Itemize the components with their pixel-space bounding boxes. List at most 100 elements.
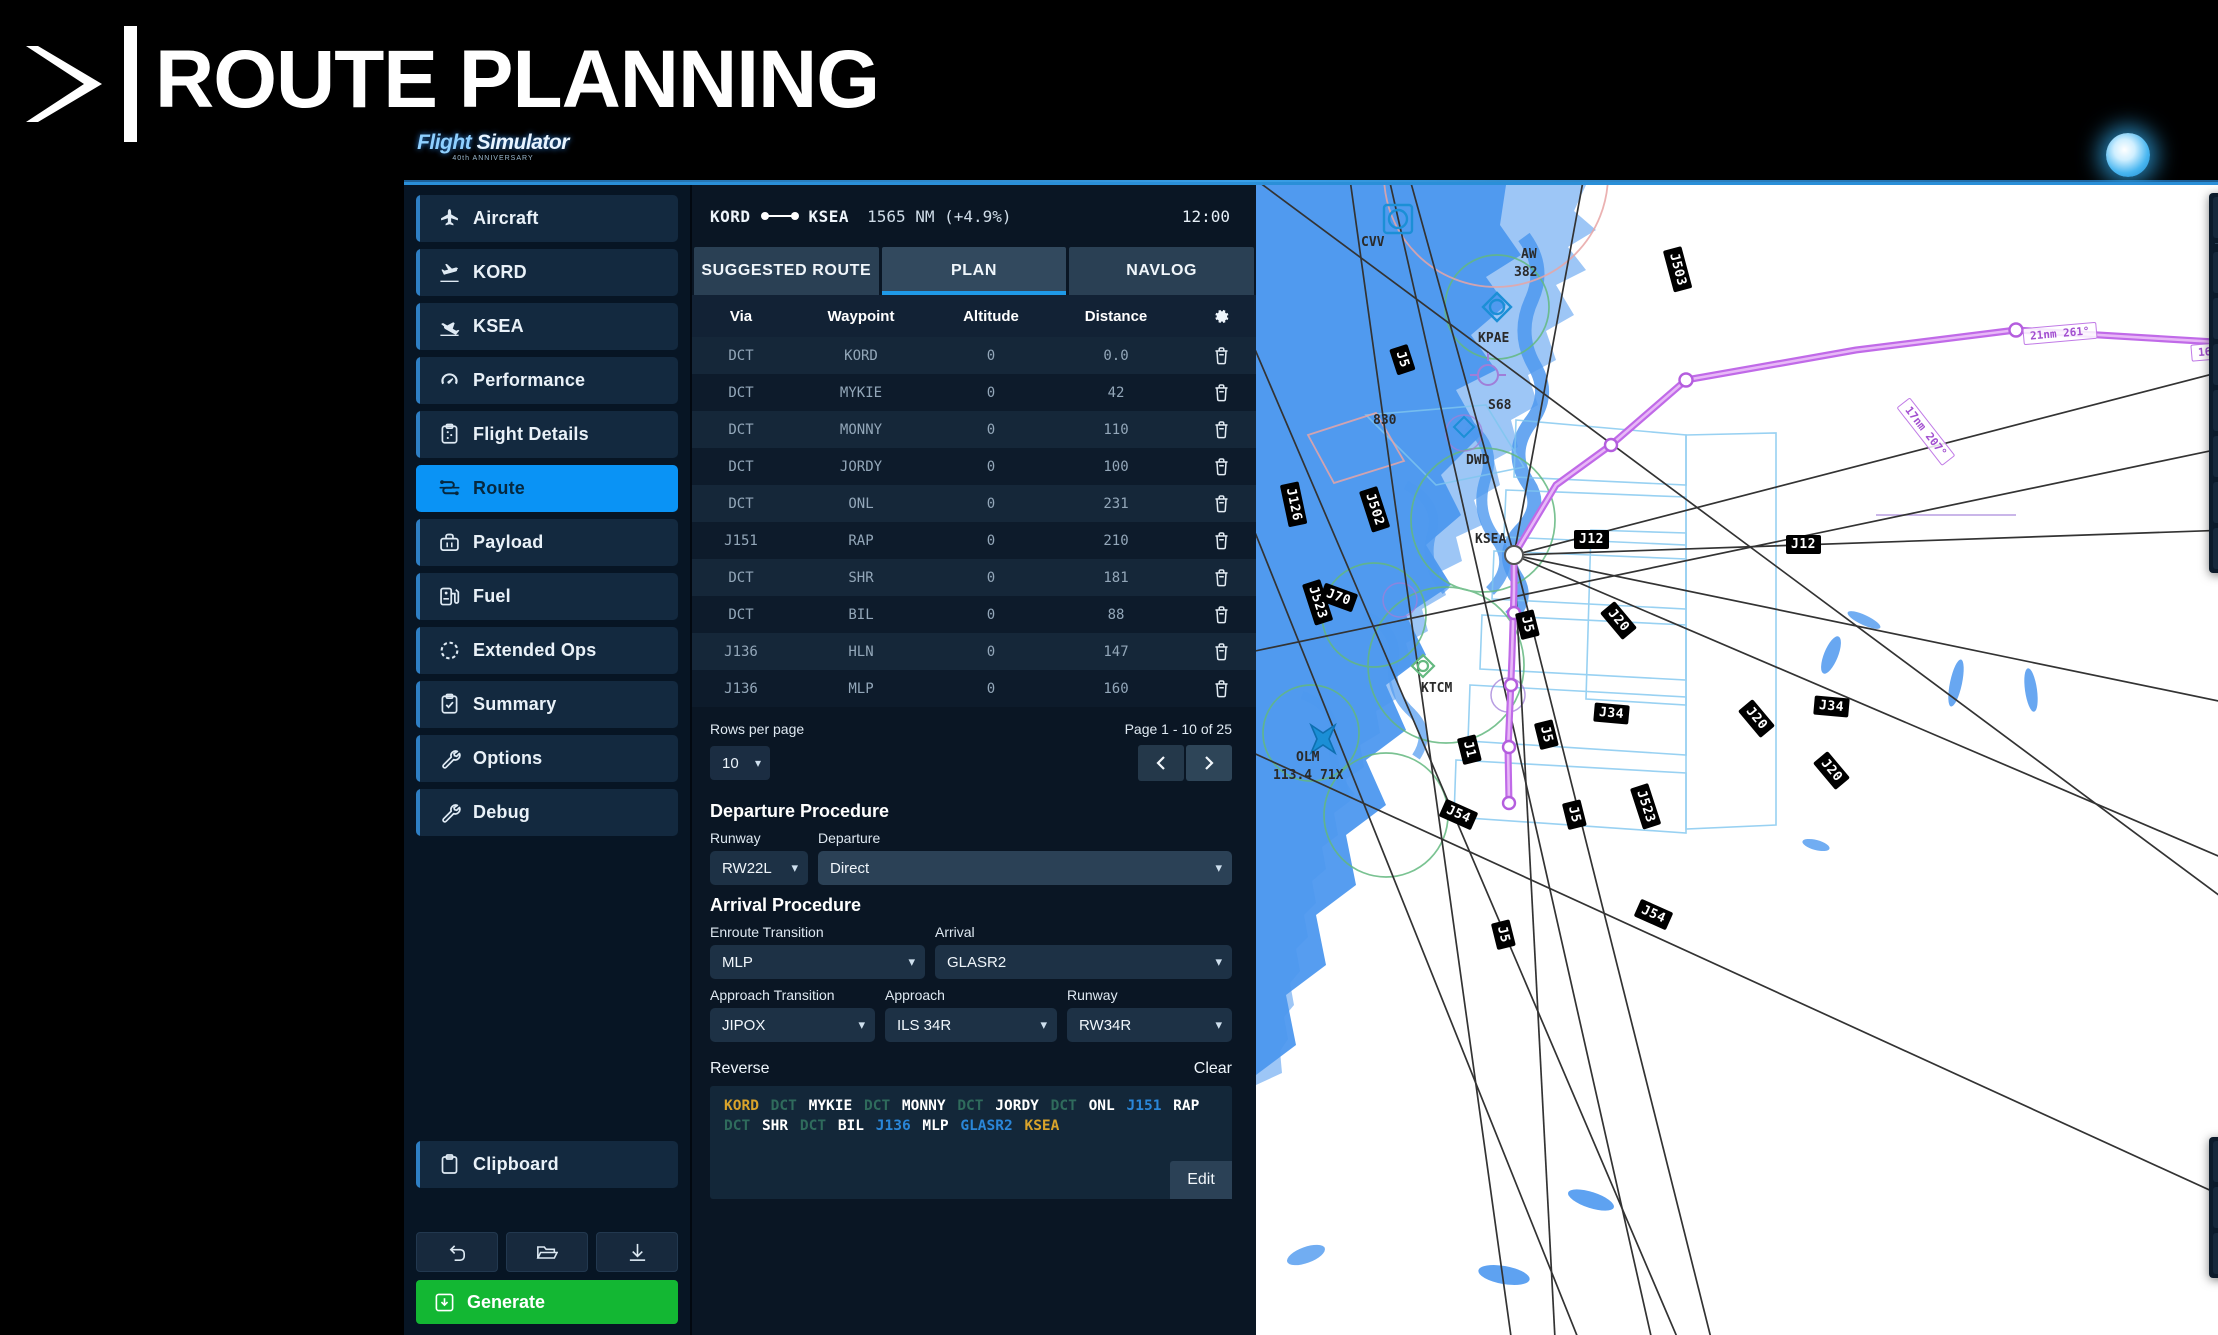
departure-value: Direct [830,859,870,877]
cell-distance: 147 [1103,643,1129,660]
destination-airport: KSEA [808,206,850,226]
brightness-icon-button[interactable] [2213,528,2218,569]
column-header-altitude: Altitude [963,307,1019,325]
rows-per-page-select[interactable]: 10 [710,746,770,780]
waypoint-icon-button[interactable] [2213,252,2218,293]
sidebar-item-aircraft[interactable]: Aircraft [416,195,678,242]
trash-icon[interactable] [1186,383,1256,402]
column-header-distance: Distance [1084,307,1148,325]
arrival-value: GLASR2 [947,953,1007,971]
route-string-box[interactable]: KORD DCT MYKIE DCT MONNY DCT JORDY DCT O… [710,1086,1232,1199]
cell-distance: 0.0 [1103,347,1129,364]
sidebar-item-clipboard[interactable]: Clipboard [416,1141,678,1188]
banner-divider [124,26,137,142]
route-token-apt: KORD [724,1098,759,1114]
cell-distance: 42 [1107,384,1125,401]
table-row[interactable]: DCT KORD 0 0.0 [692,337,1256,374]
table-row[interactable]: DCT BIL 0 88 [692,596,1256,633]
clipboard-icon [436,423,462,446]
enroute-transition-select[interactable]: MLP ▾ [710,945,925,979]
trash-icon[interactable] [1186,494,1256,513]
download-icon-button[interactable] [596,1232,678,1272]
prev-page-button[interactable] [1138,745,1184,781]
trash-icon[interactable] [1186,568,1256,587]
tab-plan[interactable]: PLAN [881,247,1067,295]
trash-icon[interactable] [1186,457,1256,476]
performance-icon [436,370,462,392]
route-planning-window: Aircraft KORD KSEA Performance Flight Detail… [404,182,2218,1335]
trash-icon[interactable] [1186,531,1256,550]
chevron-right-logo-icon [18,38,110,130]
departure-select[interactable]: Direct ▾ [818,851,1232,885]
sidebar-item-route[interactable]: Route [416,465,678,512]
sidebar-item-options[interactable]: Options [416,735,678,782]
table-row[interactable]: DCT ONL 0 231 [692,485,1256,522]
table-row[interactable]: J151 RAP 0 210 [692,522,1256,559]
airspace-icon-button[interactable] [2213,390,2218,431]
folder-open-icon-button[interactable] [506,1232,588,1272]
trash-icon[interactable] [1186,679,1256,698]
table-row[interactable]: J136 HLN 0 147 [692,633,1256,670]
next-page-button[interactable] [1186,745,1232,781]
arrival-field: Arrival GLASR2 ▾ [935,924,1232,979]
wind-icon-button[interactable] [2213,482,2218,523]
sidebar-item-payload[interactable]: Payload [416,519,678,566]
table-row[interactable]: DCT SHR 0 181 [692,559,1256,596]
map-place-label: AW [1521,247,1537,262]
route-token-dct: DCT [770,1098,797,1114]
departure-procedure-title: Departure Procedure [710,801,890,821]
zoom-in-icon-button[interactable] [2213,1141,2218,1182]
ndb-icon-button[interactable] [2213,344,2218,385]
sidebar-item-kord[interactable]: KORD [416,249,678,296]
edit-route-button[interactable]: Edit [1170,1161,1232,1199]
map-zoom-toolbar [2209,1137,2218,1278]
arrival-runway-select[interactable]: RW34R ▾ [1067,1008,1232,1042]
arrival-select[interactable]: GLASR2 ▾ [935,945,1232,979]
table-row[interactable]: DCT JORDY 0 100 [692,448,1256,485]
table-row[interactable]: DCT MYKIE 0 42 [692,374,1256,411]
route-token-dct: DCT [799,1118,827,1134]
approach-transition-value: JIPOX [722,1016,766,1034]
approach-transition-select[interactable]: JIPOX ▾ [710,1008,875,1042]
sidebar-item-summary[interactable]: Summary [416,681,678,728]
arrival-label: Arrival [935,924,975,940]
cell-waypoint: RAP [848,532,874,549]
cell-distance: 110 [1103,421,1129,438]
table-row[interactable]: J136 MLP 0 160 [692,670,1256,707]
trash-icon[interactable] [1186,346,1256,365]
route-token-awy: J151 [1126,1098,1162,1114]
departure-runway-select[interactable]: RW22L ▾ [710,851,808,885]
trash-icon[interactable] [1186,420,1256,439]
sidebar-item-label: Aircraft [473,208,539,228]
cell-via: DCT [728,421,754,438]
reverse-link[interactable]: Reverse [710,1060,770,1078]
page-info-label: Page 1 - 10 of 25 [1124,721,1232,737]
reset-icon-button[interactable] [416,1232,498,1272]
sidebar-item-debug[interactable]: Debug [416,789,678,836]
gear-icon[interactable] [1186,307,1256,326]
sidebar-item-fuel[interactable]: Fuel [416,573,678,620]
sidebar-item-extended-ops[interactable]: Extended Ops [416,627,678,674]
sidebar-item-performance[interactable]: Performance [416,357,678,404]
tab-navlog[interactable]: NAVLOG [1069,247,1255,295]
zoom-out-icon-button[interactable] [2213,1187,2218,1228]
sidebar-item-ksea[interactable]: KSEA [416,303,678,350]
layers-icon-button[interactable] [2213,197,2218,238]
tab-suggested-route[interactable]: SUGGESTED ROUTE [694,247,879,295]
sidebar-item-label: Debug [473,802,530,822]
locate-icon-button[interactable] [2213,1233,2218,1274]
origin-airport: KORD [710,206,751,226]
aircraft-icon [436,208,462,230]
navigation-map[interactable]: J5 J126 J502 J523 J503 J12 J12 J70 J5 J20 J34 J34 J2… [1256,185,2218,1335]
clear-link[interactable]: Clear [1194,1060,1232,1078]
generate-button[interactable]: Generate [416,1280,678,1324]
ruler-icon-button[interactable] [2213,436,2218,477]
trash-icon[interactable] [1186,642,1256,661]
approach-select[interactable]: ILS 34R ▾ [885,1008,1057,1042]
trash-icon[interactable] [1186,605,1256,624]
map-place-label: KTCM [1421,681,1453,696]
table-row[interactable]: DCT MONNY 0 110 [692,411,1256,448]
vor-icon-button[interactable] [2213,298,2218,339]
status-orb-indicator[interactable] [2106,133,2150,177]
sidebar-item-flight-details[interactable]: Flight Details [416,411,678,458]
